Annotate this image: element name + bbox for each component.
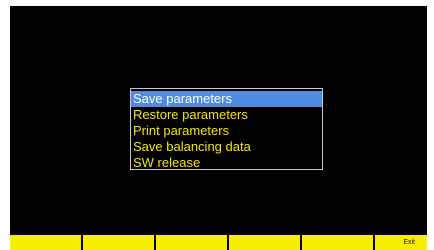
menu-item-restore-parameters[interactable]: Restore parameters (131, 107, 322, 123)
softkey-f1[interactable] (10, 235, 81, 250)
softkey-f5[interactable] (302, 235, 373, 250)
machine-screen: Save parameters Restore parameters Print… (0, 0, 434, 250)
softkey-f3[interactable] (156, 235, 227, 250)
softkey-f2[interactable] (83, 235, 154, 250)
options-menu: Save parameters Restore parameters Print… (130, 88, 323, 170)
menu-item-sw-release[interactable]: SW release (131, 155, 322, 171)
menu-item-save-balancing-data[interactable]: Save balancing data (131, 139, 322, 155)
softkey-bar: Exit (10, 234, 427, 250)
menu-item-print-parameters[interactable]: Print parameters (131, 123, 322, 139)
menu-item-save-parameters[interactable]: Save parameters (131, 91, 322, 107)
exit-button[interactable]: Exit (375, 235, 427, 250)
softkey-f4[interactable] (229, 235, 300, 250)
